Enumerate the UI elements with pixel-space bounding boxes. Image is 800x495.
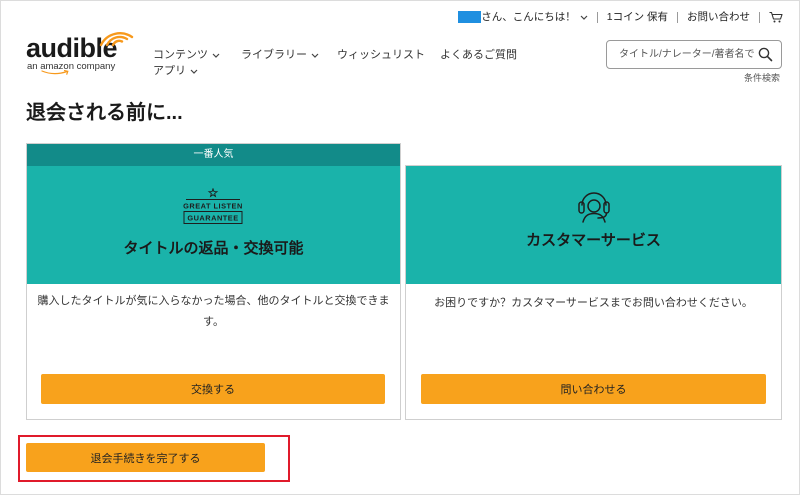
- audible-logo[interactable]: audible an amazon company: [26, 29, 138, 75]
- advanced-search-link[interactable]: 条件検索: [744, 73, 780, 84]
- chevron-down-icon: [190, 69, 198, 74]
- nav-label: よくあるご質問: [440, 49, 517, 61]
- contact-link[interactable]: お問い合わせ: [687, 10, 750, 24]
- chevron-down-icon: [580, 15, 588, 20]
- chevron-down-icon: [212, 53, 220, 58]
- account-greeting-menu[interactable]: さん、こんにちは！: [458, 10, 588, 24]
- nav-library[interactable]: ライブラリー: [241, 48, 319, 62]
- divider: [759, 11, 760, 23]
- chevron-down-icon: [311, 53, 319, 58]
- headset-icon: [574, 186, 614, 224]
- card-hero: カスタマーサービス: [406, 166, 781, 284]
- complete-cancellation-button[interactable]: 退会手続きを完了する: [26, 443, 265, 472]
- card-description: 購入したタイトルが気に入らなかった場合、他のタイトルと交換できます。: [37, 295, 390, 328]
- customer-service-card: カスタマーサービス お困りですか？カスタマーサービスまでお問い合わせください。 …: [405, 165, 782, 420]
- amazon-smile-icon: [41, 70, 69, 75]
- search-box: [606, 40, 782, 69]
- badge-text-guarantee: GUARANTEE: [187, 214, 238, 223]
- nav-label: ライブラリー: [241, 49, 307, 61]
- greeting-text: さん、こんにちは！: [481, 11, 576, 23]
- nav-label: コンテンツ: [153, 49, 208, 61]
- nav-contents[interactable]: コンテンツ: [153, 48, 220, 62]
- card-title: タイトルの返品・交換可能: [123, 240, 304, 257]
- divider: [596, 11, 598, 23]
- most-popular-badge: 一番人気: [27, 144, 400, 166]
- coin-balance-link[interactable]: 1コイン 保有: [607, 10, 668, 24]
- exchange-card: 一番人気 GREAT LISTEN GUARANTEE タイトルの返品・交換可能…: [26, 143, 401, 420]
- page-title: 退会される前に...: [26, 102, 183, 124]
- account-bar: さん、こんにちは！ 1コイン 保有 お問い合わせ: [458, 10, 783, 24]
- nav-app[interactable]: アプリ: [153, 64, 198, 78]
- nav-label: アプリ: [153, 65, 186, 77]
- search-input[interactable]: [607, 41, 757, 68]
- contact-support-button[interactable]: 問い合わせる: [421, 374, 766, 404]
- cart-icon[interactable]: [769, 11, 783, 23]
- card-hero: GREAT LISTEN GUARANTEE タイトルの返品・交換可能: [27, 166, 400, 284]
- redacted-user-name: [458, 11, 482, 23]
- card-title: カスタマーサービス: [526, 232, 661, 249]
- divider: [677, 11, 678, 23]
- badge-text-great-listen: GREAT LISTEN: [183, 202, 243, 211]
- page: さん、こんにちは！ 1コイン 保有 お問い合わせ audible an amaz…: [0, 0, 800, 495]
- nav-wishlist[interactable]: ウィッシュリスト: [337, 48, 425, 62]
- search-icon[interactable]: [758, 47, 773, 62]
- nav-faq[interactable]: よくあるご質問: [440, 48, 517, 62]
- audible-wave-icon: [99, 32, 134, 47]
- card-description: お困りですか？カスタマーサービスまでお問い合わせください。: [434, 297, 753, 309]
- great-listen-guarantee-icon: GREAT LISTEN GUARANTEE: [181, 188, 245, 228]
- nav-label: ウィッシュリスト: [337, 49, 425, 61]
- exchange-button[interactable]: 交換する: [41, 374, 385, 404]
